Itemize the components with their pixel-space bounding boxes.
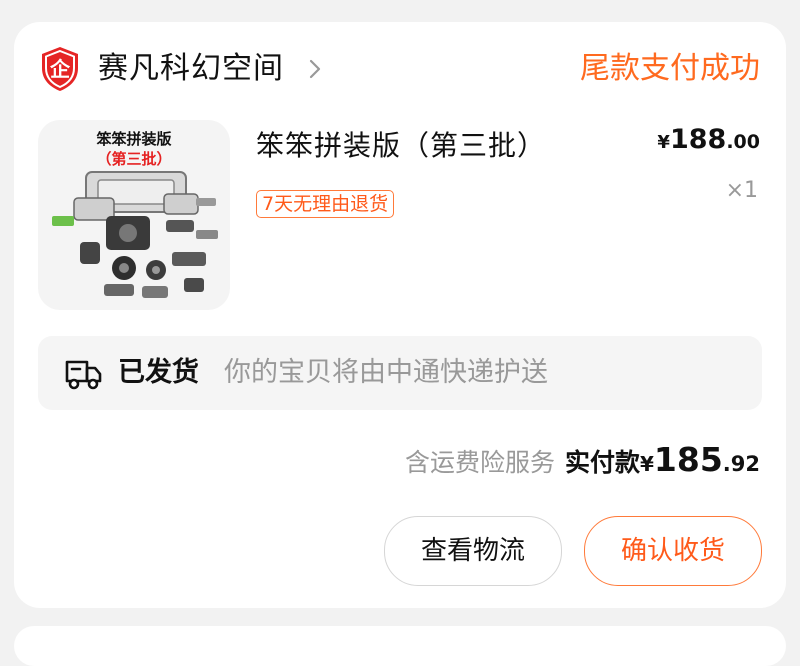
- quantity: ×1: [725, 178, 758, 203]
- thumbnail-title: 笨笨拼装版: [96, 130, 172, 148]
- paid-label: 实付款: [564, 448, 640, 477]
- chevron-right-icon[interactable]: [308, 55, 322, 83]
- price-currency: ¥: [657, 132, 670, 153]
- logistics-bar[interactable]: 已发货 你的宝贝将由中通快递护送: [38, 336, 762, 410]
- view-logistics-button[interactable]: 查看物流: [384, 516, 562, 586]
- product-thumbnail[interactable]: 笨笨拼装版 （第三批）: [38, 120, 230, 310]
- insurance-note: 含运费险服务: [404, 448, 555, 477]
- next-order-card: [14, 626, 786, 666]
- shipped-status: 已发货: [118, 357, 199, 388]
- paid-amount-integer: 185: [653, 440, 723, 479]
- paid-amount-decimal: .92: [722, 452, 760, 476]
- product-title[interactable]: 笨笨拼装版（第三批）: [256, 126, 546, 166]
- payment-summary: 含运费险服务 实付款¥185.92: [405, 440, 760, 486]
- unit-price: ¥188.00: [657, 124, 760, 155]
- confirm-receipt-button[interactable]: 确认收货: [584, 516, 762, 586]
- truck-icon: [65, 360, 102, 390]
- order-status: 尾款支付成功: [580, 51, 760, 86]
- return-policy-badge: 7天无理由退货: [256, 190, 395, 218]
- shop-shield-logo-icon[interactable]: 企: [40, 46, 80, 92]
- shipping-note: 你的宝贝将由中通快递护送: [224, 357, 548, 388]
- shop-name[interactable]: 赛凡科幻空间: [98, 48, 284, 90]
- order-card: 企 赛凡科幻空间 尾款支付成功 笨笨拼装版 （第三批） 笨笨拼装版（第三批） 7…: [14, 22, 786, 608]
- shop-logo-text: 企: [49, 57, 71, 81]
- thumbnail-subtitle: （第三批）: [96, 150, 172, 168]
- model-kit-image: [52, 171, 218, 298]
- paid-currency: ¥: [639, 452, 654, 476]
- price-decimal: .00: [726, 131, 760, 153]
- price-integer: 188: [669, 124, 727, 155]
